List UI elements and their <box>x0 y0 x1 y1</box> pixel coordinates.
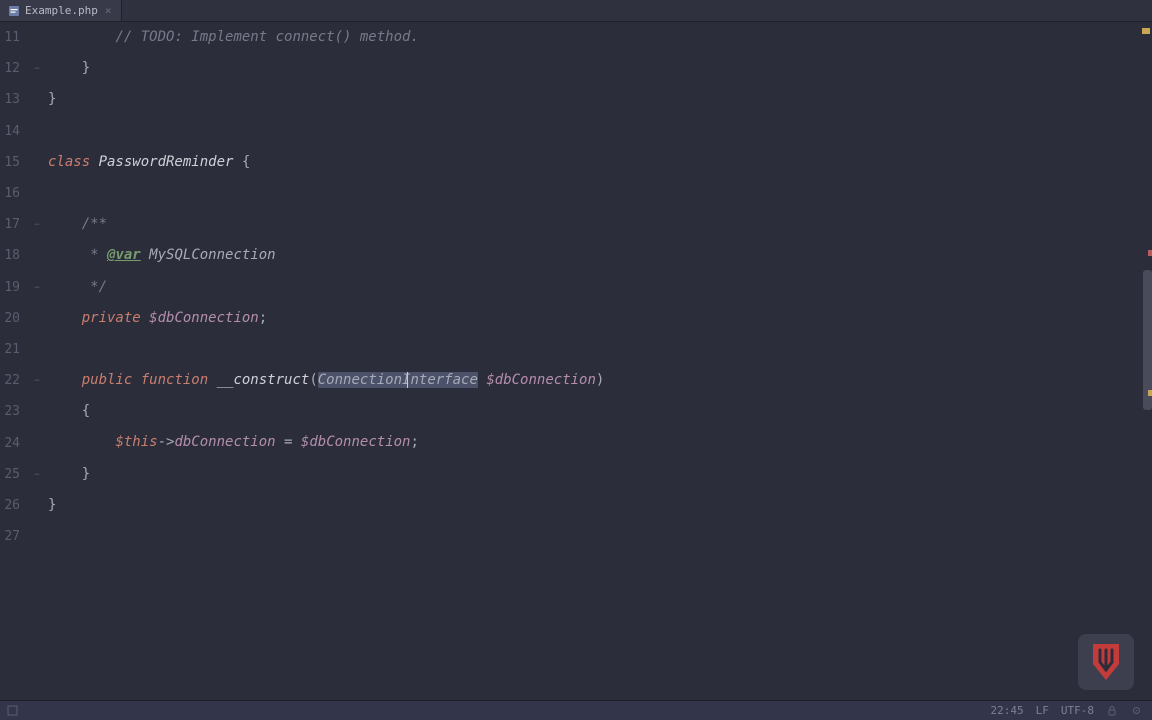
scrollbar-thumb[interactable] <box>1143 270 1152 410</box>
warning-marker[interactable] <box>1148 390 1152 396</box>
file-encoding[interactable]: UTF-8 <box>1061 704 1094 717</box>
code-line[interactable]: */ <box>48 272 1152 303</box>
line-number: 19 <box>0 272 20 303</box>
code-line[interactable] <box>48 334 1152 365</box>
line-number: 11 <box>0 22 20 53</box>
lock-icon[interactable] <box>1106 705 1118 717</box>
scrollbar[interactable] <box>1138 22 1152 700</box>
editor[interactable]: 1112131415161718192021222324252627 −−−−−… <box>0 22 1152 700</box>
line-number: 16 <box>0 178 20 209</box>
line-number: 25 <box>0 459 20 490</box>
error-marker[interactable] <box>1148 250 1152 256</box>
line-number: 13 <box>0 84 20 115</box>
cursor-position[interactable]: 22:45 <box>991 704 1024 717</box>
code-line[interactable]: } <box>48 459 1152 490</box>
code-line[interactable]: { <box>48 396 1152 427</box>
code-line[interactable]: } <box>48 53 1152 84</box>
file-tab[interactable]: Example.php × <box>0 0 122 21</box>
fold-toggle-icon[interactable]: − <box>32 283 42 293</box>
fold-toggle-icon[interactable]: − <box>32 220 42 230</box>
code-line[interactable]: $this->dbConnection = $dbConnection; <box>48 427 1152 458</box>
line-number: 18 <box>0 240 20 271</box>
tab-bar: Example.php × <box>0 0 1152 22</box>
code-line[interactable]: private $dbConnection; <box>48 303 1152 334</box>
line-number: 21 <box>0 334 20 365</box>
line-number-gutter: 1112131415161718192021222324252627 <box>0 22 30 700</box>
line-number: 20 <box>0 303 20 334</box>
line-number: 15 <box>0 147 20 178</box>
code-line[interactable]: class PasswordReminder { <box>48 147 1152 178</box>
warning-marker[interactable] <box>1142 28 1150 34</box>
fold-toggle-icon[interactable]: − <box>32 470 42 480</box>
selected-text[interactable]: ConnectionInterface <box>318 372 478 388</box>
line-number: 26 <box>0 490 20 521</box>
fold-toggle-icon[interactable]: − <box>32 64 42 74</box>
line-number: 23 <box>0 396 20 427</box>
line-number: 17 <box>0 209 20 240</box>
code-line[interactable]: } <box>48 84 1152 115</box>
code-line[interactable]: * @var MySQLConnection <box>48 240 1152 271</box>
status-indicator-icon[interactable] <box>6 705 18 717</box>
status-bar: 22:45 LF UTF-8 <box>0 700 1152 720</box>
brand-logo <box>1078 634 1134 690</box>
code-line[interactable] <box>48 178 1152 209</box>
tab-filename: Example.php <box>25 4 98 17</box>
code-line[interactable] <box>48 521 1152 552</box>
code-line[interactable]: /** <box>48 209 1152 240</box>
line-number: 24 <box>0 428 20 459</box>
code-line[interactable]: // TODO: Implement connect() method. <box>48 22 1152 53</box>
line-number: 12 <box>0 53 20 84</box>
php-file-icon <box>8 5 20 17</box>
tab-close-icon[interactable]: × <box>103 4 114 17</box>
code-line[interactable]: public function __construct(ConnectionIn… <box>48 365 1152 396</box>
line-ending[interactable]: LF <box>1036 704 1049 717</box>
code-line[interactable] <box>48 116 1152 147</box>
inspector-icon[interactable] <box>1130 705 1142 717</box>
line-number: 14 <box>0 116 20 147</box>
fold-gutter[interactable]: − − − − − <box>30 22 46 700</box>
code-line[interactable]: } <box>48 490 1152 521</box>
code-area[interactable]: // TODO: Implement connect() method. }} c… <box>46 22 1152 700</box>
line-number: 27 <box>0 521 20 552</box>
fold-toggle-icon[interactable]: − <box>32 376 42 386</box>
line-number: 22 <box>0 365 20 396</box>
